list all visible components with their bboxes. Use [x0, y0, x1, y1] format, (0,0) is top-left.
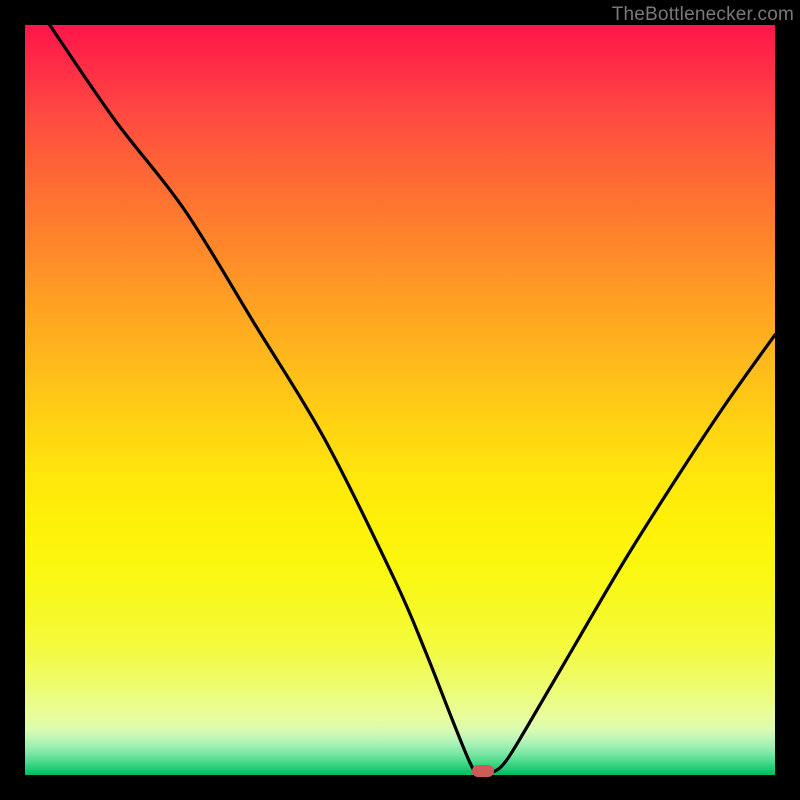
- plot-area: [25, 25, 775, 775]
- watermark-text: TheBottlenecker.com: [612, 4, 794, 26]
- bottleneck-curve: [25, 25, 775, 775]
- minimum-marker: [472, 765, 494, 777]
- chart-frame: TheBottlenecker.com: [0, 0, 800, 800]
